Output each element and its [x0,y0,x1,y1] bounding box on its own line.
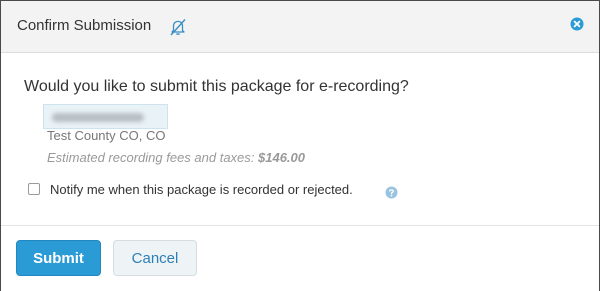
dialog-footer: Submit Cancel [1,225,599,291]
fees-label: Estimated recording fees and taxes: [47,150,259,165]
dialog-title: Confirm Submission [17,17,152,34]
dialog-body: Would you like to submit this package fo… [1,53,599,225]
fees-text: Estimated recording fees and taxes: $146… [47,150,305,165]
confirm-submission-dialog: Confirm Submission Would you like to sub… [0,0,600,291]
fees-amount: $146.00 [258,150,306,165]
bell-off-icon [170,19,186,36]
redaction-blur [52,113,144,122]
dialog-header: Confirm Submission [1,1,599,53]
notify-label[interactable]: Notify me when this package is recorded … [50,182,353,197]
help-icon[interactable] [385,186,398,199]
cancel-button[interactable]: Cancel [113,240,197,276]
notify-checkbox[interactable] [28,183,40,195]
submit-button[interactable]: Submit [16,240,101,276]
confirm-question: Would you like to submit this package fo… [24,78,409,95]
county-text: Test County CO, CO [47,128,166,143]
package-name-redacted [43,104,168,129]
close-icon[interactable] [570,17,584,31]
